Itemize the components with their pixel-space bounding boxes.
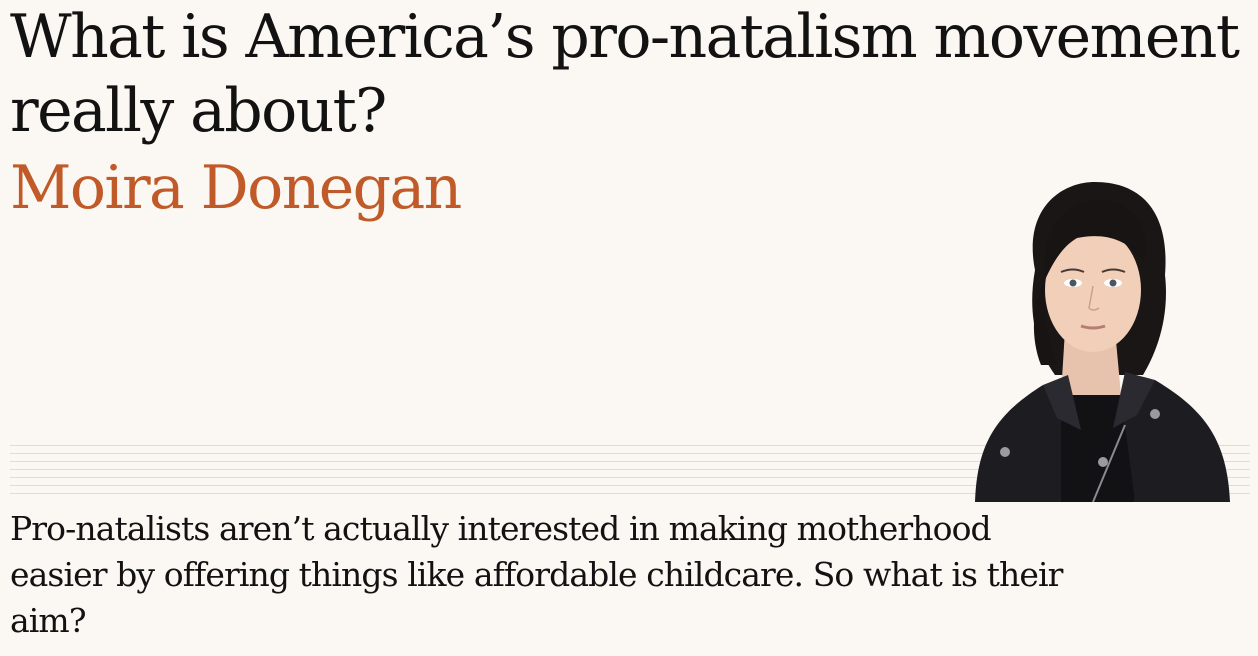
portrait-stud bbox=[1150, 409, 1160, 419]
article-headline: What is America’s pro-natalism movement … bbox=[10, 2, 1240, 146]
article-standfirst: Pro-natalists aren’t actually interested… bbox=[10, 509, 1063, 640]
article-byline[interactable]: Moira Donegan bbox=[10, 148, 462, 228]
headline-block: What is America’s pro-natalism movement … bbox=[10, 0, 1255, 148]
portrait-stud bbox=[1000, 447, 1010, 457]
portrait-stud bbox=[1098, 457, 1108, 467]
portrait-pupil bbox=[1069, 279, 1077, 287]
portrait-pupil bbox=[1109, 279, 1117, 287]
author-portrait bbox=[965, 180, 1242, 502]
